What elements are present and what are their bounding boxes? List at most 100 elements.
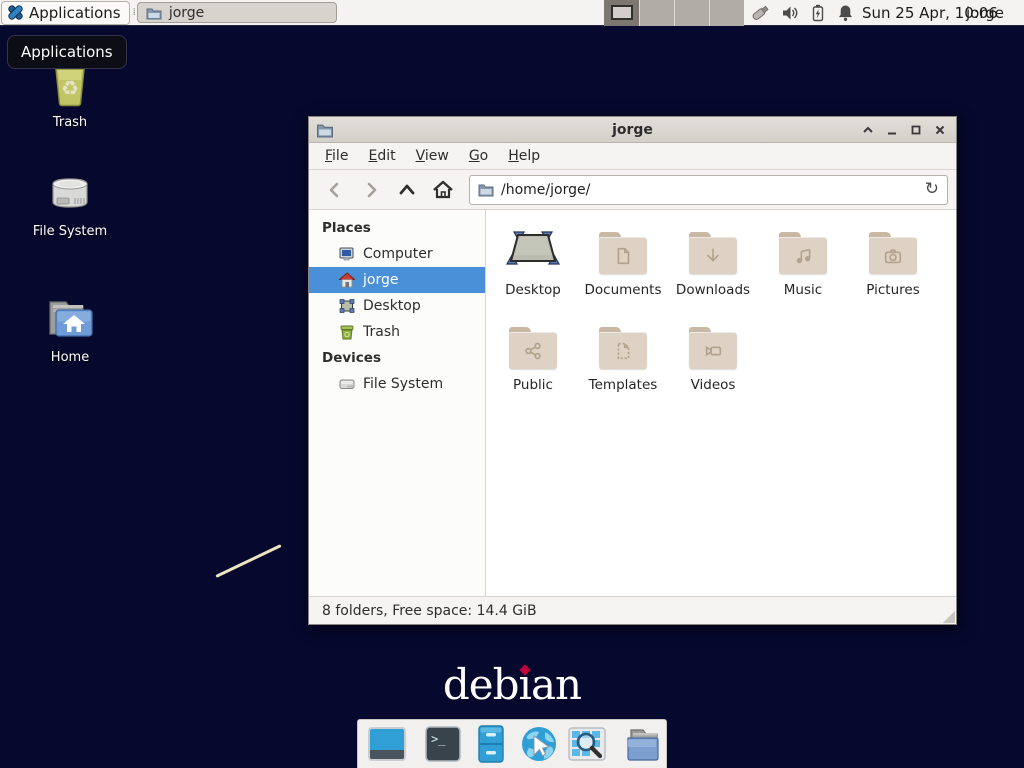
home-folder-icon bbox=[44, 296, 96, 346]
folder-icon bbox=[478, 182, 494, 197]
sidebar-item-label: Computer bbox=[363, 246, 433, 262]
workspace-3[interactable] bbox=[674, 0, 709, 26]
sidebar-item-label: jorge bbox=[363, 272, 398, 288]
close-icon[interactable] bbox=[934, 124, 946, 136]
menu-edit[interactable]: Edit bbox=[358, 144, 405, 168]
folder-item-label: Music bbox=[784, 282, 822, 298]
pictures-folder-icon bbox=[867, 228, 919, 276]
sidebar-item-label: Desktop bbox=[363, 298, 421, 314]
folder-item-templates[interactable]: Templates bbox=[578, 323, 668, 418]
terminal-launcher[interactable]: >_ bbox=[423, 724, 463, 764]
folder-icon bbox=[146, 5, 162, 21]
taskbar-window-label: jorge bbox=[169, 5, 204, 21]
sidebar-item-trash[interactable]: Trash bbox=[309, 319, 485, 345]
show-desktop-button[interactable] bbox=[367, 724, 407, 764]
folder-contents-view[interactable]: Desktop Documents bbox=[486, 210, 956, 596]
menu-view[interactable]: View bbox=[406, 144, 459, 168]
folder-item-pictures[interactable]: Pictures bbox=[848, 228, 938, 323]
folder-item-music[interactable]: Music bbox=[758, 228, 848, 323]
path-bar[interactable]: /home/jorge/ ↻ bbox=[469, 175, 948, 205]
applications-menu-button[interactable]: Applications bbox=[1, 1, 130, 25]
file-manager-launcher[interactable] bbox=[471, 724, 511, 764]
reload-icon[interactable]: ↻ bbox=[925, 181, 939, 198]
workspace-window-thumb bbox=[611, 5, 633, 20]
desktop-icon-home[interactable]: Home bbox=[0, 296, 140, 365]
sidebar-item-jorge[interactable]: jorge bbox=[309, 267, 485, 293]
computer-icon bbox=[339, 246, 355, 262]
stray-drawn-line bbox=[215, 544, 281, 578]
top-panel: Applications ⁞ jorge bbox=[0, 0, 1024, 26]
applications-menu-label: Applications bbox=[29, 4, 121, 22]
taskbar-window-button[interactable]: jorge bbox=[137, 2, 337, 23]
up-icon bbox=[397, 180, 417, 200]
up-button[interactable] bbox=[389, 175, 425, 205]
folder-item-documents[interactable]: Documents bbox=[578, 228, 668, 323]
workspace-4[interactable] bbox=[709, 0, 744, 26]
folder-item-label: Public bbox=[513, 377, 553, 393]
folder-icon bbox=[623, 724, 663, 764]
menu-go[interactable]: Go bbox=[459, 144, 498, 168]
xfce-applications-icon bbox=[7, 4, 24, 21]
hard-drive-icon bbox=[339, 376, 355, 392]
file-manager-window: jorge File Edit View Go Help bbox=[308, 116, 957, 625]
svg-text:>_: >_ bbox=[431, 732, 446, 746]
statusbar: 8 folders, Free space: 14.4 GiB bbox=[309, 596, 956, 624]
app-finder-launcher[interactable] bbox=[567, 724, 607, 764]
bottom-dock: >_ bbox=[357, 719, 667, 768]
volume-icon[interactable] bbox=[781, 4, 799, 22]
sidebar-item-label: File System bbox=[363, 376, 443, 392]
applications-tooltip: Applications bbox=[7, 35, 127, 69]
videos-folder-icon bbox=[687, 323, 739, 371]
workspace-2[interactable] bbox=[639, 0, 674, 26]
templates-folder-icon bbox=[597, 323, 649, 371]
folder-launcher[interactable] bbox=[623, 724, 663, 764]
menubar: File Edit View Go Help bbox=[309, 143, 956, 170]
window-titlebar[interactable]: jorge bbox=[309, 117, 956, 143]
documents-folder-icon bbox=[597, 228, 649, 276]
sidebar-item-computer[interactable]: Computer bbox=[309, 241, 485, 267]
minimize-icon[interactable] bbox=[886, 124, 898, 136]
window-title: jorge bbox=[309, 122, 956, 138]
panel-username[interactable]: jorge bbox=[966, 0, 1004, 26]
sidebar-header-devices: Devices bbox=[309, 345, 485, 371]
web-browser-icon bbox=[519, 724, 559, 764]
debian-wordmark: debıan bbox=[0, 660, 1024, 709]
terminal-icon: >_ bbox=[423, 724, 463, 764]
trash-icon bbox=[339, 324, 355, 340]
resize-grip[interactable] bbox=[943, 611, 955, 623]
folder-item-downloads[interactable]: Downloads bbox=[668, 228, 758, 323]
hard-drive-icon bbox=[45, 170, 95, 220]
desktop-icon-label: File System bbox=[0, 224, 140, 239]
statusbar-text: 8 folders, Free space: 14.4 GiB bbox=[322, 603, 537, 619]
back-button[interactable] bbox=[317, 175, 353, 205]
svg-text:♻: ♻ bbox=[61, 76, 79, 100]
folder-item-label: Videos bbox=[691, 377, 736, 393]
notifications-bell-icon[interactable] bbox=[837, 4, 854, 22]
menu-file[interactable]: File bbox=[315, 144, 358, 168]
path-input[interactable]: /home/jorge/ bbox=[501, 182, 918, 198]
menu-help[interactable]: Help bbox=[498, 144, 550, 168]
shade-icon[interactable] bbox=[862, 124, 874, 136]
home-icon bbox=[432, 180, 454, 200]
desktop-icon-label: Home bbox=[0, 350, 140, 365]
folder-item-desktop[interactable]: Desktop bbox=[488, 228, 578, 323]
maximize-icon[interactable] bbox=[910, 124, 922, 136]
folder-item-label: Pictures bbox=[866, 282, 919, 298]
sidebar-item-file-system[interactable]: File System bbox=[309, 371, 485, 397]
home-icon bbox=[339, 272, 355, 288]
sidebar-item-desktop[interactable]: Desktop bbox=[309, 293, 485, 319]
input-device-icon[interactable] bbox=[750, 3, 770, 23]
workspace-switcher[interactable] bbox=[604, 0, 744, 26]
panel-handle[interactable]: ⁞ bbox=[133, 9, 134, 17]
workspace-1[interactable] bbox=[604, 0, 639, 26]
folder-item-label: Documents bbox=[585, 282, 662, 298]
folder-item-public[interactable]: Public bbox=[488, 323, 578, 418]
system-tray bbox=[750, 0, 854, 26]
folder-item-videos[interactable]: Videos bbox=[668, 323, 758, 418]
home-button[interactable] bbox=[425, 175, 461, 205]
forward-button[interactable] bbox=[353, 175, 389, 205]
web-browser-launcher[interactable] bbox=[519, 724, 559, 764]
app-finder-icon bbox=[567, 724, 607, 764]
desktop-icon-file-system[interactable]: File System bbox=[0, 170, 140, 239]
battery-charging-icon[interactable] bbox=[810, 4, 826, 22]
